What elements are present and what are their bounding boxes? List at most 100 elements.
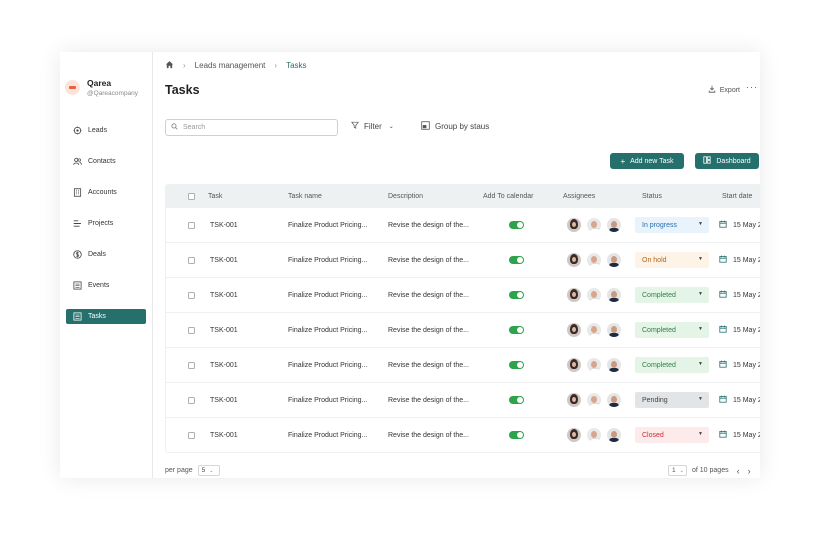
add-new-task-button[interactable]: + Add new Task bbox=[610, 153, 684, 169]
export-button[interactable]: Export bbox=[708, 85, 740, 95]
avatar[interactable] bbox=[607, 288, 621, 302]
column-header-status[interactable]: Status bbox=[642, 185, 662, 207]
next-page-icon[interactable]: › bbox=[748, 466, 751, 476]
filter-button[interactable]: Filter ⌄ bbox=[351, 121, 394, 131]
table-row[interactable]: TSK-001 Finalize Product Pricing... Revise… bbox=[166, 312, 760, 347]
search-placeholder: Search bbox=[183, 124, 206, 131]
table-row[interactable]: TSK-001 Finalize Product Pricing... Revise… bbox=[166, 382, 760, 417]
avatar[interactable] bbox=[567, 218, 581, 232]
calendar-toggle[interactable] bbox=[509, 348, 524, 382]
task-name: Finalize Product Pricing... bbox=[288, 291, 368, 299]
profile[interactable]: Qarea @Qareacompany bbox=[60, 78, 152, 97]
sidebar-item-label: Deals bbox=[88, 251, 106, 258]
table-row[interactable]: TSK-001 Finalize Product Pricing... Revise… bbox=[166, 277, 760, 312]
calendar-icon bbox=[719, 290, 727, 300]
sidebar-item-tasks[interactable]: Tasks bbox=[66, 309, 146, 324]
contacts-icon bbox=[73, 157, 82, 166]
tasks-table: Task Task name Description Add To calend… bbox=[165, 184, 760, 453]
avatar[interactable] bbox=[607, 428, 621, 442]
status-dropdown[interactable]: In progress ▼ bbox=[635, 217, 709, 233]
page-select[interactable]: 1 ⌄ bbox=[668, 465, 687, 476]
avatar[interactable] bbox=[587, 218, 601, 232]
calendar-toggle[interactable] bbox=[509, 243, 524, 277]
status-dropdown[interactable]: Pending ▼ bbox=[635, 392, 709, 408]
per-page-select[interactable]: 5 ⌄ bbox=[197, 465, 220, 476]
calendar-icon bbox=[719, 220, 727, 230]
column-header-calendar[interactable]: Add To calendar bbox=[483, 185, 533, 207]
column-header-task-name[interactable]: Task name bbox=[288, 185, 322, 207]
breadcrumb-parent[interactable]: Leads management bbox=[195, 61, 266, 70]
avatar[interactable] bbox=[567, 288, 581, 302]
sidebar-item-deals[interactable]: Deals bbox=[66, 247, 146, 262]
start-date: 15 May 2 bbox=[719, 418, 760, 452]
start-date-value: 15 May 2 bbox=[733, 361, 760, 369]
row-checkbox[interactable] bbox=[188, 278, 195, 312]
row-checkbox[interactable] bbox=[188, 348, 195, 382]
export-label: Export bbox=[719, 86, 740, 94]
search-input[interactable]: Search bbox=[165, 119, 338, 136]
assignees bbox=[567, 313, 627, 347]
home-icon[interactable] bbox=[165, 60, 174, 71]
avatar[interactable] bbox=[607, 253, 621, 267]
sidebar-item-leads[interactable]: Leads bbox=[66, 123, 146, 138]
avatar[interactable] bbox=[607, 358, 621, 372]
avatar[interactable] bbox=[587, 323, 601, 337]
column-header-task[interactable]: Task bbox=[208, 185, 222, 207]
calendar-toggle[interactable] bbox=[509, 313, 524, 347]
status-dropdown[interactable]: Completed ▼ bbox=[635, 322, 709, 338]
avatar[interactable] bbox=[567, 428, 581, 442]
start-date-value: 15 May 2 bbox=[733, 326, 760, 334]
main-content: › Leads management › Tasks Tasks Export … bbox=[153, 52, 760, 478]
sidebar-item-contacts[interactable]: Contacts bbox=[66, 154, 146, 169]
status-dropdown[interactable]: Completed ▼ bbox=[635, 357, 709, 373]
avatar[interactable] bbox=[567, 358, 581, 372]
avatar[interactable] bbox=[607, 323, 621, 337]
group-by-button[interactable]: Group by staus bbox=[421, 121, 489, 132]
row-checkbox[interactable] bbox=[188, 313, 195, 347]
row-checkbox[interactable] bbox=[188, 243, 195, 277]
avatar[interactable] bbox=[587, 253, 601, 267]
start-date-value: 15 May 2 bbox=[733, 256, 760, 264]
prev-page-icon[interactable]: ‹ bbox=[737, 466, 740, 476]
task-description: Revise the design of the... bbox=[388, 256, 469, 264]
avatar[interactable] bbox=[587, 358, 601, 372]
avatar[interactable] bbox=[607, 393, 621, 407]
company-logo bbox=[65, 80, 80, 95]
breadcrumb-separator: › bbox=[274, 61, 278, 70]
table-row[interactable]: TSK-001 Finalize Product Pricing... Revise… bbox=[166, 347, 760, 382]
more-options-icon[interactable]: ··· bbox=[746, 82, 758, 92]
table-row[interactable]: TSK-001 Finalize Product Pricing... Revise… bbox=[166, 242, 760, 277]
column-header-description[interactable]: Description bbox=[388, 185, 423, 207]
status-dropdown[interactable]: On hold ▼ bbox=[635, 252, 709, 268]
avatar[interactable] bbox=[567, 323, 581, 337]
start-date: 15 May 2 bbox=[719, 313, 760, 347]
avatar[interactable] bbox=[567, 393, 581, 407]
sidebar-item-accounts[interactable]: Accounts bbox=[66, 185, 146, 200]
avatar[interactable] bbox=[587, 428, 601, 442]
column-header-assignees[interactable]: Assignees bbox=[563, 185, 595, 207]
dashboard-button[interactable]: Dashboard bbox=[695, 153, 759, 169]
select-all-checkbox[interactable] bbox=[188, 185, 195, 207]
table-row[interactable]: TSK-001 Finalize Product Pricing... Revise… bbox=[166, 417, 760, 452]
column-header-start-date[interactable]: Start date bbox=[722, 185, 752, 207]
status-dropdown[interactable]: Closed ▼ bbox=[635, 427, 709, 443]
calendar-toggle[interactable] bbox=[509, 418, 524, 452]
sidebar-item-projects[interactable]: Projects bbox=[66, 216, 146, 231]
calendar-toggle[interactable] bbox=[509, 278, 524, 312]
avatar[interactable] bbox=[587, 393, 601, 407]
calendar-toggle[interactable] bbox=[509, 383, 524, 417]
status-dropdown[interactable]: Completed ▼ bbox=[635, 287, 709, 303]
row-checkbox[interactable] bbox=[188, 418, 195, 452]
avatar[interactable] bbox=[567, 253, 581, 267]
task-description: Revise the design of the... bbox=[388, 221, 469, 229]
avatar[interactable] bbox=[607, 218, 621, 232]
avatar[interactable] bbox=[587, 288, 601, 302]
table-row[interactable]: TSK-001 Finalize Product Pricing... Revise… bbox=[166, 207, 760, 242]
events-icon bbox=[73, 281, 82, 290]
status-cell: Closed ▼ bbox=[635, 418, 709, 452]
sidebar-item-events[interactable]: Events bbox=[66, 278, 146, 293]
row-checkbox[interactable] bbox=[188, 383, 195, 417]
row-checkbox[interactable] bbox=[188, 208, 195, 242]
calendar-toggle[interactable] bbox=[509, 208, 524, 242]
sidebar-nav: Leads Contacts Accounts Projects Deals Events… bbox=[60, 123, 152, 324]
